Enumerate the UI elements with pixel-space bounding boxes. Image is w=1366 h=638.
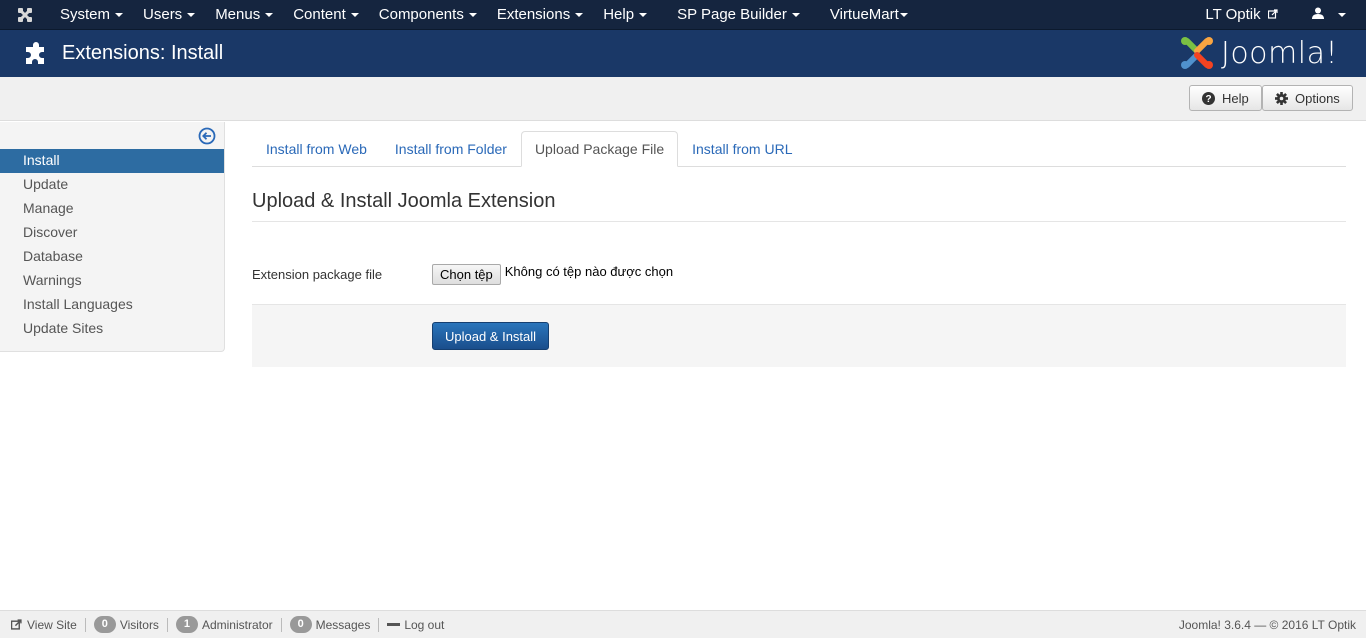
- gear-icon: [1275, 91, 1288, 105]
- sidebar-item-update[interactable]: Update: [0, 173, 224, 197]
- page-title: Extensions: Install: [62, 42, 224, 64]
- caret-down-icon: [350, 12, 359, 17]
- sidebar-item-install[interactable]: Install: [0, 149, 224, 173]
- menu-extensions[interactable]: Extensions: [487, 0, 593, 30]
- visitors-link[interactable]: 0 Visitors: [86, 616, 167, 633]
- upload-install-button[interactable]: Upload & Install: [432, 322, 550, 350]
- administrator-badge: 1: [175, 616, 198, 633]
- version-info: Joomla! 3.6.4 — © 2016 LT Optik: [1178, 617, 1356, 632]
- external-link-icon: [11, 619, 22, 630]
- form-actions: Upload & Install: [252, 304, 1346, 367]
- user-menu[interactable]: [1302, 0, 1366, 30]
- toolbar: ? Help Options: [0, 77, 1366, 121]
- menu-help[interactable]: Help: [593, 0, 657, 30]
- joomla-brand-logo: Joomla!: [1179, 35, 1338, 71]
- caret-down-icon: [899, 12, 908, 17]
- menu-menus[interactable]: Menus: [205, 0, 283, 30]
- administrator-link[interactable]: 1 Administrator: [168, 616, 281, 633]
- menu-users[interactable]: Users: [133, 0, 205, 30]
- field-label: Extension package file: [252, 266, 383, 282]
- joomla-logo-icon: [1180, 37, 1213, 69]
- messages-link[interactable]: 0 Messages: [282, 616, 379, 633]
- sidebar-item-warnings[interactable]: Warnings: [0, 269, 224, 293]
- form-legend: Upload & Install Joomla Extension: [252, 190, 1346, 222]
- caret-down-icon: [1338, 13, 1346, 18]
- messages-badge: 0: [289, 616, 312, 633]
- status-bar: View Site 0 Visitors 1 Administrator 0 M…: [0, 610, 1366, 638]
- tab-upload-package-file[interactable]: Upload Package File: [520, 131, 679, 167]
- caret-down-icon: [265, 12, 274, 17]
- caret-down-icon: [575, 12, 584, 17]
- menu-content[interactable]: Content: [283, 0, 369, 30]
- sidebar: Install Update Manage Discover Database …: [0, 122, 225, 352]
- view-site-link[interactable]: View Site: [0, 618, 85, 632]
- menu-virtuemart[interactable]: VirtueMart: [820, 0, 918, 30]
- tab-install-from-web[interactable]: Install from Web: [252, 131, 381, 167]
- user-icon: [1311, 7, 1324, 19]
- sidebar-item-update-sites[interactable]: Update Sites: [0, 317, 224, 341]
- sidebar-item-manage[interactable]: Manage: [0, 197, 224, 221]
- menu-components[interactable]: Components: [369, 0, 487, 30]
- tab-install-from-url[interactable]: Install from URL: [678, 131, 806, 167]
- tab-install-from-folder[interactable]: Install from Folder: [381, 131, 521, 167]
- caret-down-icon: [639, 12, 648, 17]
- minus-icon: [387, 623, 401, 626]
- caret-down-icon: [187, 12, 196, 17]
- file-field-row: Extension package file Chọn tệp Không có…: [252, 261, 1346, 287]
- question-circle-icon: ?: [1202, 91, 1215, 105]
- choose-file-button[interactable]: Chọn tệp: [432, 263, 501, 285]
- sidebar-item-database[interactable]: Database: [0, 245, 224, 269]
- options-button[interactable]: Options: [1262, 85, 1353, 111]
- caret-down-icon: [115, 12, 124, 17]
- caret-down-icon: [791, 12, 800, 17]
- page-header: Extensions: Install Joomla!: [0, 30, 1366, 77]
- puzzle-icon: [26, 41, 44, 64]
- main-content: Install from Web Install from Folder Upl…: [252, 131, 1346, 367]
- caret-down-icon: [468, 12, 477, 17]
- logout-link[interactable]: Log out: [379, 618, 452, 632]
- site-link[interactable]: LT Optik: [1195, 0, 1301, 30]
- collapse-sidebar-icon[interactable]: [198, 127, 216, 145]
- sidebar-item-install-languages[interactable]: Install Languages: [0, 293, 224, 317]
- top-navbar: System Users Menus Content Components Ex…: [0, 0, 1366, 30]
- menu-system[interactable]: System: [50, 0, 133, 30]
- file-status-text: Không có tệp nào được chọn: [504, 263, 674, 279]
- help-button[interactable]: ? Help: [1189, 85, 1262, 111]
- external-link-icon: [1267, 9, 1278, 19]
- svg-text:?: ?: [1205, 94, 1211, 105]
- sidebar-item-discover[interactable]: Discover: [0, 221, 224, 245]
- visitors-badge: 0: [93, 616, 116, 633]
- menu-sp-page-builder[interactable]: SP Page Builder: [667, 0, 810, 30]
- joomla-logo-icon[interactable]: [0, 6, 50, 24]
- install-tabs: Install from Web Install from Folder Upl…: [252, 131, 1346, 167]
